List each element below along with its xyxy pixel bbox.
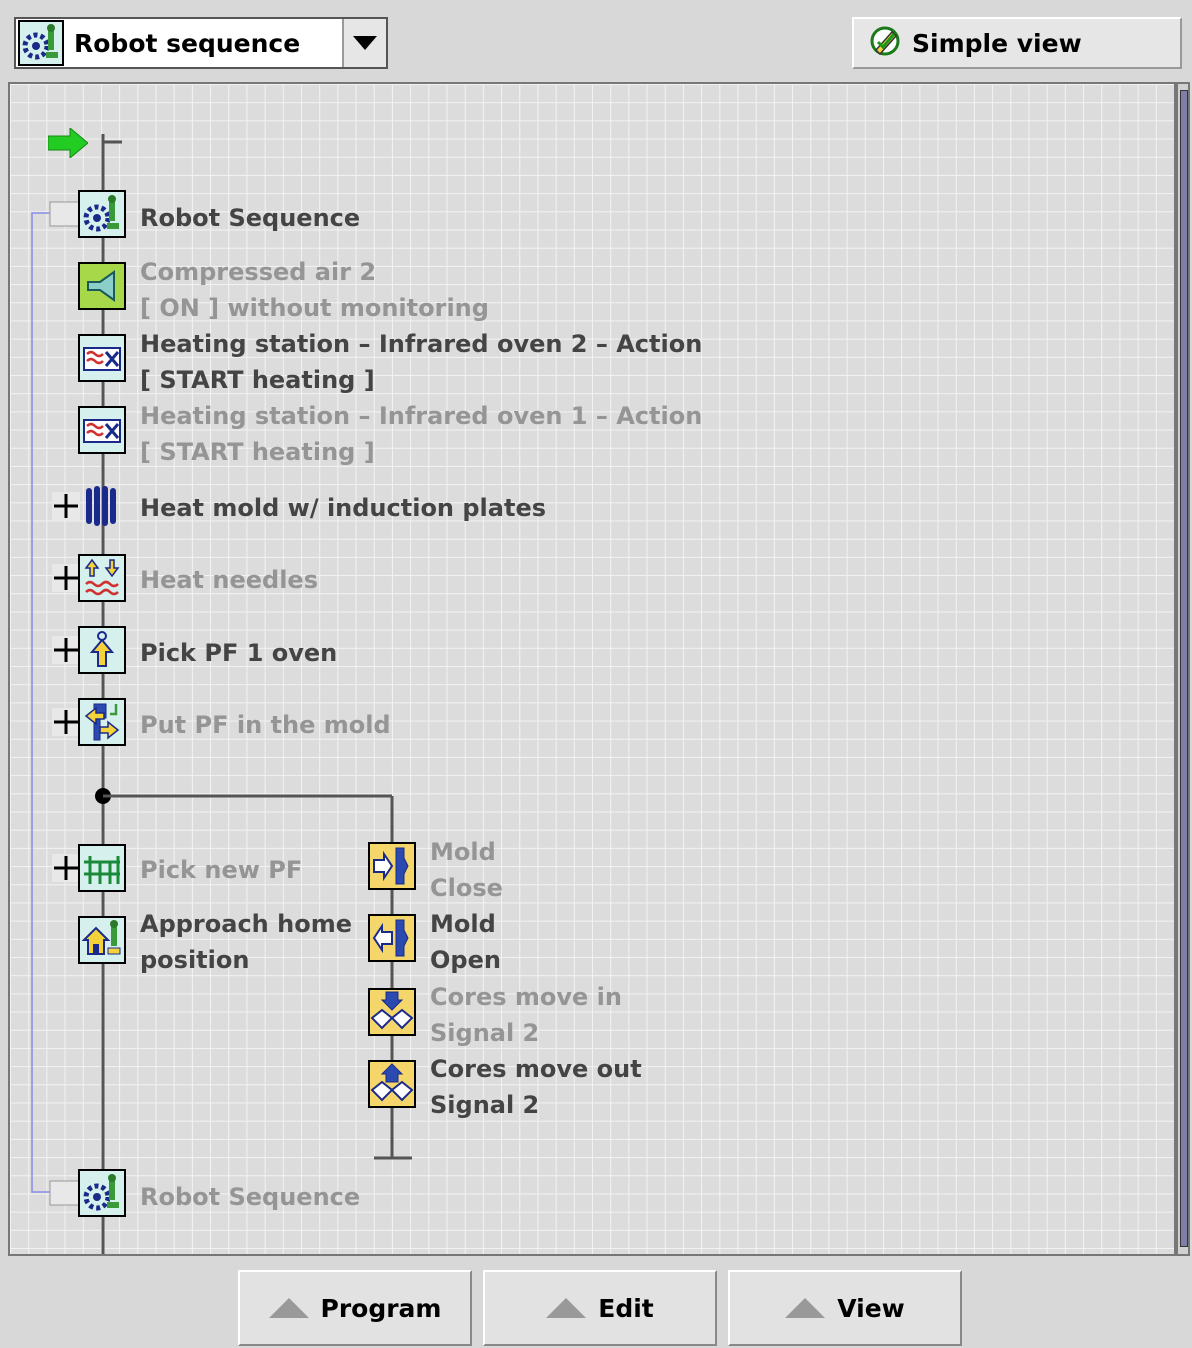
infrared-oven-icon[interactable] — [78, 334, 126, 382]
cores-in-icon[interactable] — [368, 988, 416, 1036]
node-cores-move-out[interactable]: Cores move out Signal 2 — [430, 1051, 642, 1123]
node-robot-sequence-end[interactable]: Robot Sequence — [140, 1179, 360, 1215]
mold-open-icon[interactable] — [368, 914, 416, 962]
home-position-icon[interactable] — [78, 916, 126, 964]
expand-plus-icon[interactable] — [52, 708, 80, 736]
compressed-air-icon[interactable] — [78, 262, 126, 310]
node-robot-sequence-start[interactable]: Robot Sequence — [140, 200, 360, 236]
node-mold-open[interactable]: Mold Open — [430, 906, 501, 978]
triangle-up-icon — [785, 1298, 826, 1318]
expand-plus-icon[interactable] — [52, 636, 80, 664]
robot-sequence-icon — [18, 20, 64, 66]
edit-button-label: Edit — [598, 1293, 654, 1323]
heat-needles-icon[interactable] — [78, 554, 126, 602]
node-pick-new-pf[interactable]: Pick new PF — [140, 852, 302, 888]
mold-close-icon[interactable] — [368, 842, 416, 890]
sequence-select-value: Robot sequence — [74, 28, 301, 58]
node-infrared-oven-1[interactable]: Heating station – Infrared oven 1 – Acti… — [140, 398, 702, 470]
expand-plus-icon[interactable] — [52, 564, 80, 592]
induction-plates-icon[interactable] — [82, 484, 122, 532]
chevron-down-icon[interactable] — [342, 19, 386, 67]
program-menu-button[interactable]: Program — [238, 1270, 472, 1346]
cores-out-icon[interactable] — [368, 1060, 416, 1108]
edit-menu-button[interactable]: Edit — [483, 1270, 717, 1346]
simple-view-label: Simple view — [912, 28, 1082, 58]
node-infrared-oven-2[interactable]: Heating station – Infrared oven 2 – Acti… — [140, 326, 702, 398]
triangle-up-icon — [268, 1298, 309, 1318]
view-menu-button[interactable]: View — [728, 1270, 962, 1346]
vertical-scrollbar[interactable] — [1176, 82, 1190, 1256]
expand-plus-icon[interactable] — [52, 854, 80, 882]
pick-new-pf-icon[interactable] — [78, 844, 126, 892]
sequence-select[interactable]: Robot sequence — [14, 17, 388, 69]
node-put-pf-in-mold[interactable]: Put PF in the mold — [140, 707, 391, 743]
infrared-oven-icon[interactable] — [78, 406, 126, 454]
put-in-mold-icon[interactable] — [78, 698, 126, 746]
toolbar: Robot sequence Simple view — [0, 0, 1192, 80]
expand-plus-icon[interactable] — [52, 492, 80, 520]
node-pick-pf-1-oven[interactable]: Pick PF 1 oven — [140, 635, 337, 671]
robot-sequence-icon[interactable] — [78, 190, 126, 238]
node-cores-move-in[interactable]: Cores move in Signal 2 — [430, 979, 622, 1051]
bottom-toolbar: Program Edit View — [0, 1258, 1192, 1348]
node-mold-close[interactable]: Mold Close — [430, 834, 503, 906]
scrollbar-thumb[interactable] — [1180, 90, 1188, 1247]
node-approach-home[interactable]: Approach home position — [140, 906, 352, 978]
node-heat-mold[interactable]: Heat mold w/ induction plates — [140, 490, 546, 526]
sequence-canvas: Robot Sequence Compressed air 2 [ ON ] w… — [8, 82, 1176, 1256]
pencil-check-icon — [868, 24, 902, 62]
program-button-label: Program — [320, 1293, 442, 1323]
robot-sequence-icon[interactable] — [78, 1169, 126, 1217]
simple-view-button[interactable]: Simple view — [852, 17, 1182, 69]
node-heat-needles[interactable]: Heat needles — [140, 562, 318, 598]
triangle-up-icon — [546, 1298, 587, 1318]
green-arrow-icon — [47, 126, 89, 162]
node-compressed-air-2[interactable]: Compressed air 2 [ ON ] without monitori… — [140, 254, 489, 326]
view-button-label: View — [837, 1293, 905, 1323]
pick-arrow-icon[interactable] — [78, 626, 126, 674]
